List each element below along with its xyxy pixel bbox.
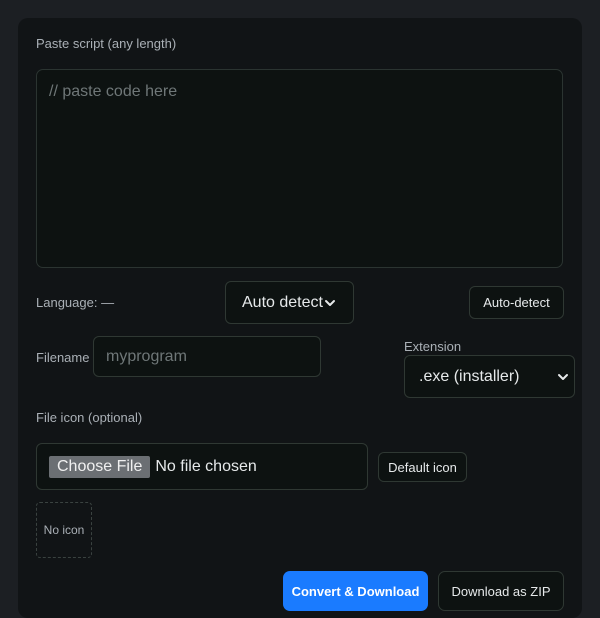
file-icon-label: File icon (optional): [36, 410, 143, 425]
filename-input[interactable]: myprogram: [93, 336, 321, 377]
script-textarea[interactable]: [36, 69, 563, 268]
auto-detect-button[interactable]: Auto-detect: [469, 286, 564, 319]
script-label: Paste script (any length): [36, 36, 177, 51]
filename-label: Filename: [36, 350, 90, 365]
choose-file-button[interactable]: Choose File: [49, 455, 151, 478]
extension-select-value: .exe (installer): [419, 367, 520, 385]
default-icon-button[interactable]: Default icon: [378, 452, 467, 482]
chevron-down-icon: [558, 373, 568, 380]
extension-label: Extension: [404, 339, 462, 354]
filename-placeholder: myprogram: [106, 347, 187, 365]
convert-download-button[interactable]: Convert & Download: [283, 571, 428, 611]
language-label: Language: —: [36, 295, 115, 310]
extension-select[interactable]: .exe (installer): [404, 355, 575, 398]
language-select[interactable]: Auto detect: [225, 281, 354, 324]
icon-preview-text: No icon: [43, 523, 85, 537]
file-icon-input[interactable]: Choose File No file chosen: [36, 443, 368, 490]
language-select-value: Auto detect: [242, 293, 323, 311]
file-status: No file chosen: [155, 457, 257, 475]
download-zip-button[interactable]: Download as ZIP: [438, 571, 564, 611]
icon-preview: No icon: [36, 502, 92, 558]
chevron-down-icon: [325, 299, 335, 306]
converter-panel: Paste script (any length) Language: — Au…: [18, 18, 582, 618]
